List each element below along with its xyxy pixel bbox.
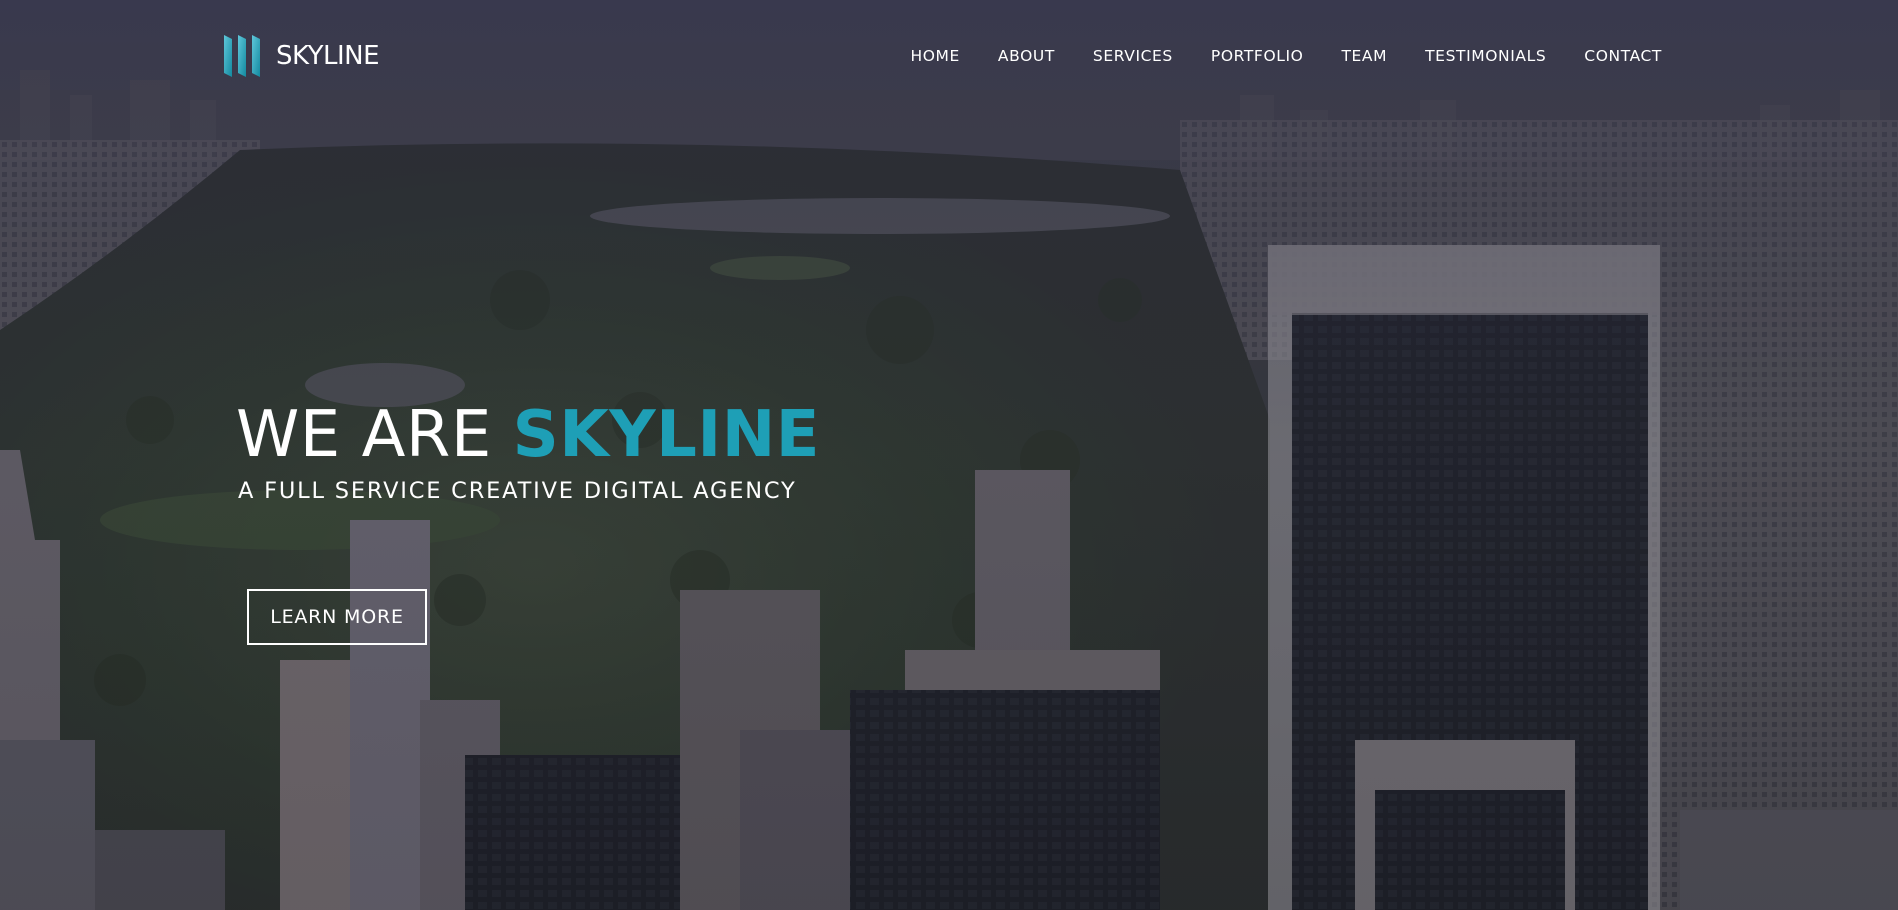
hero-title: WE ARE SKYLINE <box>236 396 820 474</box>
learn-more-button[interactable]: LEARN MORE <box>247 589 427 645</box>
hero-title-prefix: WE ARE <box>236 398 513 472</box>
hero-content: WE ARE SKYLINE A FULL SERVICE CREATIVE D… <box>236 396 820 504</box>
main-nav-menu: HOME ABOUT SERVICES PORTFOLIO TEAM TESTI… <box>910 44 1662 68</box>
navbar: SKYLINE HOME ABOUT SERVICES PORTFOLIO TE… <box>0 0 1898 112</box>
nav-item-services[interactable]: SERVICES <box>1093 44 1173 68</box>
nav-item-testimonials[interactable]: TESTIMONIALS <box>1425 44 1546 68</box>
hero-section: SKYLINE HOME ABOUT SERVICES PORTFOLIO TE… <box>0 0 1898 910</box>
nav-item-home[interactable]: HOME <box>910 44 959 68</box>
brand-name: SKYLINE <box>276 41 380 71</box>
hero-title-accent: SKYLINE <box>512 398 820 472</box>
hero-subtitle: A FULL SERVICE CREATIVE DIGITAL AGENCY <box>238 478 797 504</box>
nav-item-portfolio[interactable]: PORTFOLIO <box>1211 44 1304 68</box>
brand-logo-link[interactable]: SKYLINE <box>222 32 380 80</box>
nav-item-contact[interactable]: CONTACT <box>1584 44 1662 68</box>
nav-item-team[interactable]: TEAM <box>1341 44 1387 68</box>
skyline-bars-icon <box>224 35 260 77</box>
nav-item-about[interactable]: ABOUT <box>998 44 1055 68</box>
